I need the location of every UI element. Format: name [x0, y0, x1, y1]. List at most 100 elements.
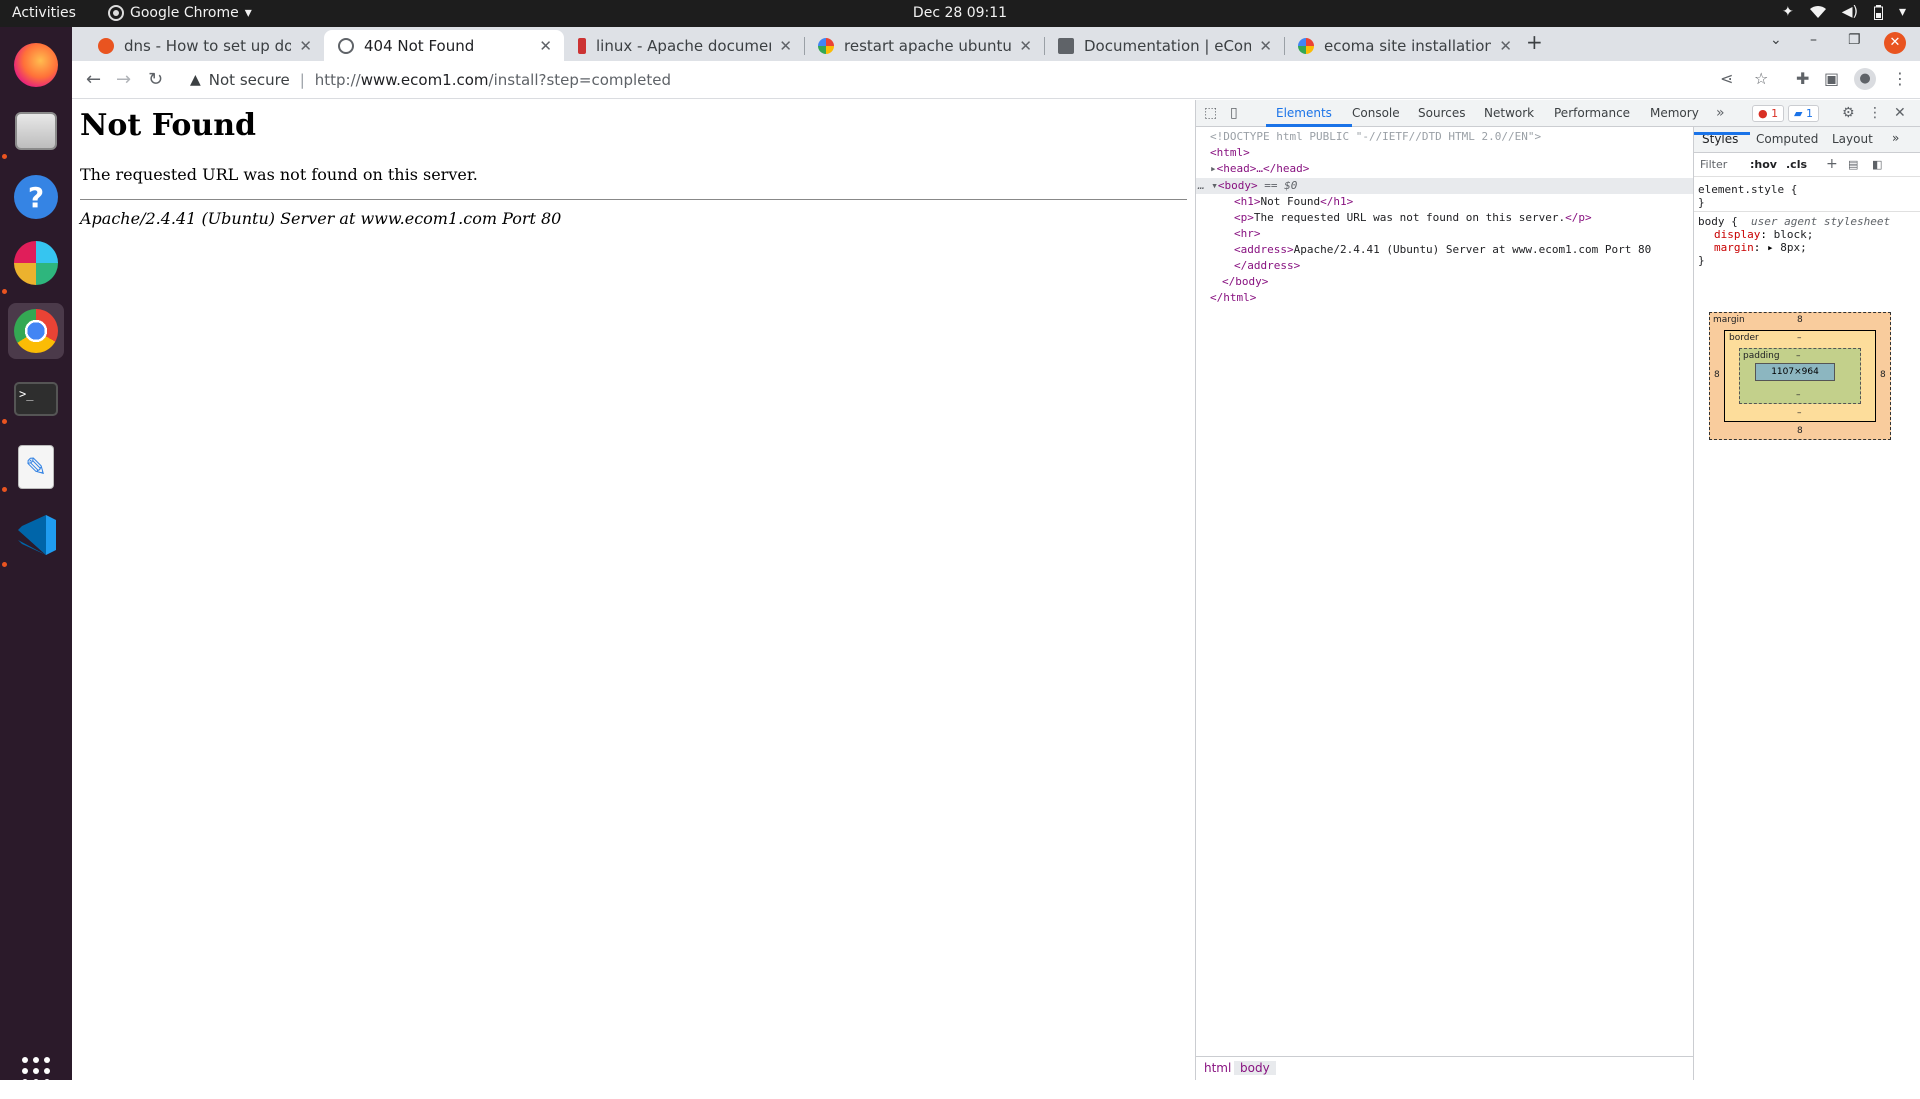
reload-button[interactable]: ↻: [148, 69, 163, 90]
warning-icon[interactable]: ▲: [190, 72, 201, 88]
tab-documentation[interactable]: Documentation | eComme ✕: [1044, 30, 1284, 61]
box-model-border[interactable]: border – – padding – – 1107×964: [1724, 330, 1876, 422]
settings-gear-icon[interactable]: ⚙: [1842, 105, 1855, 121]
devtools-tab-memory[interactable]: Memory: [1650, 106, 1699, 120]
dom-head-node[interactable]: ▸<head>…</head>: [1210, 161, 1309, 177]
prop-value-display[interactable]: block;: [1774, 228, 1814, 241]
close-tab-icon[interactable]: ✕: [539, 37, 552, 55]
collapse-arrow-icon[interactable]: ▾: [1211, 179, 1218, 192]
expand-shorthand-icon[interactable]: ▸: [1767, 241, 1774, 254]
devtools-menu-icon[interactable]: ⋮: [1868, 105, 1882, 121]
new-style-rule-icon[interactable]: +: [1826, 156, 1838, 172]
extensions-icon[interactable]: ✚: [1796, 69, 1809, 88]
tab-ecoma-install[interactable]: ecoma site installation - G ✕: [1284, 30, 1524, 61]
volume-icon[interactable]: ◀): [1842, 4, 1858, 20]
dom-html-close[interactable]: </html>: [1210, 290, 1256, 306]
close-tab-icon[interactable]: ✕: [1259, 37, 1272, 55]
new-tab-button[interactable]: +: [1526, 30, 1543, 54]
message-count-badge[interactable]: ▰ 1: [1788, 105, 1819, 122]
more-tabs-icon[interactable]: »: [1716, 105, 1725, 121]
toggle-sidebar-icon[interactable]: ◧: [1872, 158, 1882, 171]
more-panes-icon[interactable]: »: [1892, 131, 1899, 145]
node-ellipsis-icon[interactable]: …: [1198, 179, 1205, 192]
dom-doctype[interactable]: <!DOCTYPE html PUBLIC "-//IETF//DTD HTML…: [1210, 129, 1541, 145]
close-window-button[interactable]: ✕: [1884, 32, 1906, 54]
close-tab-icon[interactable]: ✕: [779, 37, 792, 55]
error-count-badge[interactable]: ● 1: [1752, 105, 1785, 122]
back-button[interactable]: ←: [86, 69, 101, 90]
chrome-menu-icon[interactable]: ⋮: [1892, 69, 1908, 88]
security-label[interactable]: Not secure: [209, 71, 290, 89]
close-tab-icon[interactable]: ✕: [299, 37, 312, 55]
margin-top-value[interactable]: 8: [1797, 315, 1803, 325]
padding-top-value[interactable]: –: [1796, 351, 1801, 361]
devtools-tab-console[interactable]: Console: [1352, 106, 1400, 120]
devtools-tab-network[interactable]: Network: [1484, 106, 1534, 120]
dock-chrome[interactable]: [8, 303, 64, 359]
dom-html-open[interactable]: <html>: [1210, 145, 1250, 161]
system-menu-caret-icon[interactable]: ▾: [1899, 4, 1906, 20]
dom-address-node[interactable]: <address>Apache/2.4.41 (Ubuntu) Server a…: [1234, 242, 1651, 258]
settings-daemon-icon[interactable]: ✦: [1782, 4, 1794, 20]
devtools-tab-elements[interactable]: Elements: [1276, 106, 1332, 120]
dom-body-close[interactable]: </body>: [1222, 274, 1268, 290]
dock-show-apps[interactable]: [8, 1043, 64, 1099]
padding-bottom-value[interactable]: –: [1796, 390, 1801, 400]
wifi-icon[interactable]: [1809, 5, 1826, 19]
hover-state-toggle[interactable]: :hov: [1750, 158, 1777, 171]
box-model-content[interactable]: 1107×964: [1755, 363, 1835, 381]
side-panel-icon[interactable]: ▣: [1824, 69, 1839, 88]
bookmark-star-icon[interactable]: ☆: [1754, 69, 1768, 88]
margin-bottom-value[interactable]: 8: [1797, 426, 1803, 436]
prop-name-display[interactable]: display: [1714, 228, 1760, 241]
close-devtools-icon[interactable]: ✕: [1894, 105, 1906, 121]
tab-linux-apache[interactable]: linux - Apache document ✕: [564, 30, 804, 61]
address-bar[interactable]: ▲ Not secure | http://www.ecom1.com/inst…: [180, 65, 1780, 95]
dock-files[interactable]: [8, 103, 64, 159]
margin-right-value[interactable]: 8: [1880, 370, 1886, 380]
dock-vscode[interactable]: [8, 507, 64, 563]
restore-button[interactable]: ❐: [1848, 32, 1861, 48]
element-style-rule[interactable]: element.style { }: [1698, 183, 1797, 209]
stylesheet-source[interactable]: user agent stylesheet: [1751, 215, 1890, 228]
styles-filter-input[interactable]: Filter: [1700, 158, 1727, 171]
tab-layout[interactable]: Layout: [1832, 132, 1873, 146]
dom-hr[interactable]: <hr>: [1234, 226, 1261, 242]
dock-terminal[interactable]: >_: [8, 371, 64, 427]
system-tray[interactable]: ✦ ◀) ▾: [1782, 4, 1906, 20]
inspect-element-icon[interactable]: ⬚: [1204, 105, 1217, 121]
dom-address-close[interactable]: </address>: [1234, 258, 1300, 274]
dom-tree[interactable]: <!DOCTYPE html PUBLIC "-//IETF//DTD HTML…: [1196, 127, 1693, 1056]
expand-arrow-icon[interactable]: ▸: [1210, 162, 1217, 175]
box-model-padding[interactable]: padding – – 1107×964: [1739, 348, 1861, 404]
border-top-value[interactable]: –: [1797, 333, 1802, 343]
profile-avatar[interactable]: ●: [1854, 68, 1876, 90]
tab-dns[interactable]: dns - How to set up doma ✕: [84, 30, 324, 61]
close-tab-icon[interactable]: ✕: [1499, 37, 1512, 55]
prop-value-margin[interactable]: 8px;: [1780, 241, 1807, 254]
dom-h1-node[interactable]: <h1>Not Found</h1>: [1234, 194, 1353, 210]
tab-restart-apache[interactable]: restart apache ubuntu - G ✕: [804, 30, 1044, 61]
margin-left-value[interactable]: 8: [1714, 370, 1720, 380]
minimize-button[interactable]: –: [1810, 32, 1817, 48]
dock-slack[interactable]: [8, 235, 64, 291]
device-toolbar-icon[interactable]: ▯: [1230, 105, 1238, 121]
prop-name-margin[interactable]: margin: [1714, 241, 1754, 254]
body-style-rule[interactable]: body { user agent stylesheet display: bl…: [1698, 215, 1918, 267]
box-model-margin[interactable]: margin 8 8 8 8 border – – padding – – 11…: [1709, 312, 1891, 440]
tab-404-not-found[interactable]: 404 Not Found ✕: [324, 30, 564, 61]
battery-icon[interactable]: [1873, 4, 1883, 20]
devtools-tab-sources[interactable]: Sources: [1418, 106, 1465, 120]
dom-body-node[interactable]: … ▾<body> == $0: [1198, 178, 1297, 194]
tab-search-icon[interactable]: ⌄: [1770, 32, 1782, 48]
close-tab-icon[interactable]: ✕: [1019, 37, 1032, 55]
devtools-tab-performance[interactable]: Performance: [1554, 106, 1630, 120]
share-icon[interactable]: ⋖: [1720, 69, 1733, 88]
dock-help[interactable]: ?: [8, 169, 64, 225]
breadcrumb-body[interactable]: body: [1234, 1061, 1276, 1075]
element-state-icon[interactable]: ▤: [1848, 158, 1858, 171]
forward-button[interactable]: →: [116, 69, 131, 90]
class-toggle[interactable]: .cls: [1786, 158, 1807, 171]
dom-p-node[interactable]: <p>The requested URL was not found on th…: [1234, 210, 1592, 226]
tab-computed[interactable]: Computed: [1756, 132, 1818, 146]
